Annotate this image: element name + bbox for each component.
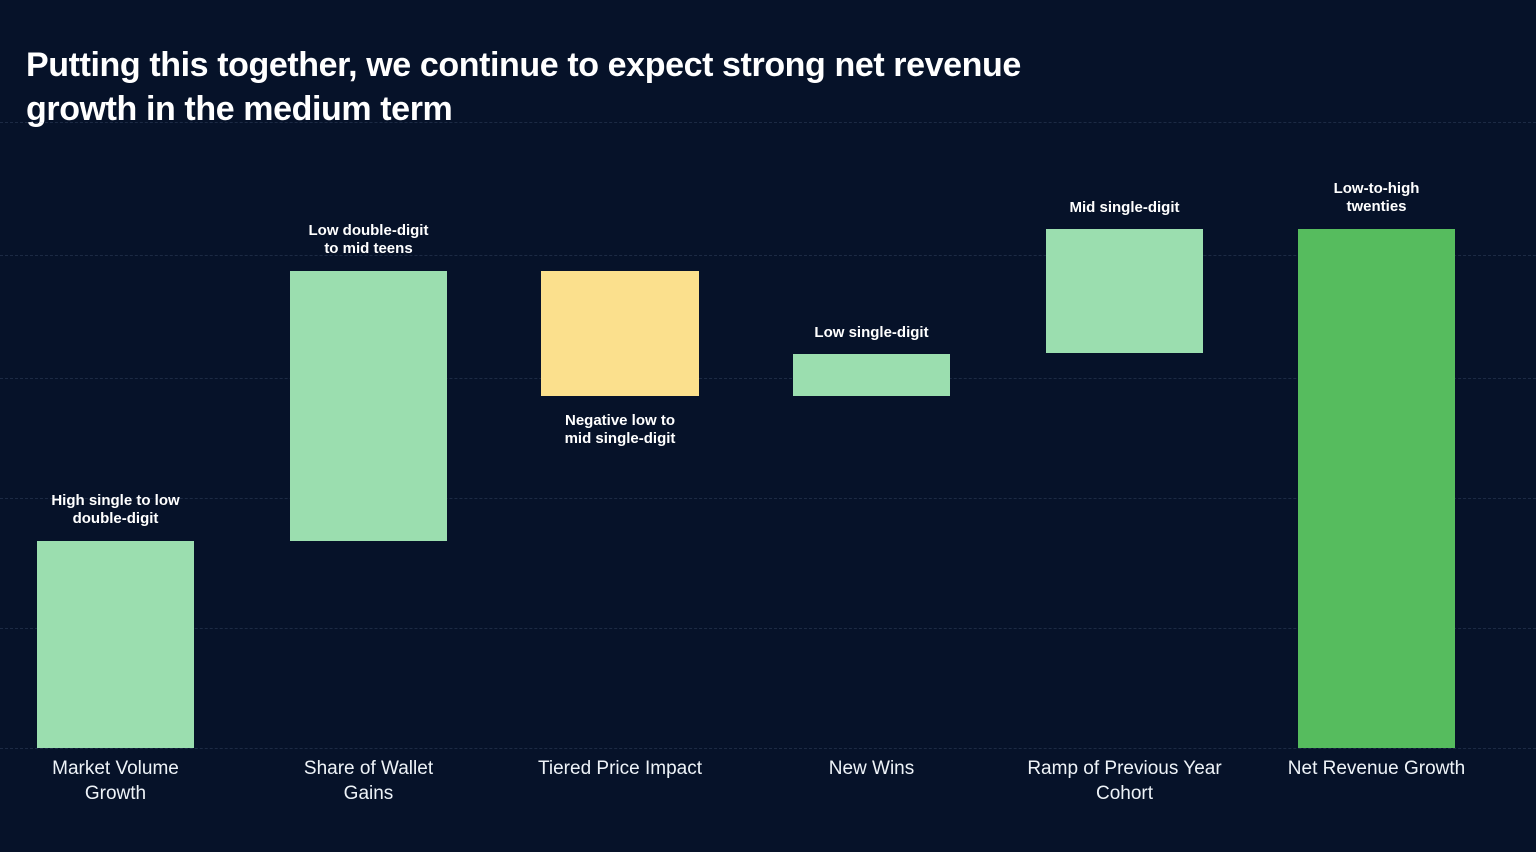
bar-total[interactable] — [1298, 229, 1455, 748]
chart-plot-area: High single to low double-digit Market Vo… — [0, 0, 1536, 852]
category-label-3: New Wins — [828, 758, 915, 779]
bar-value-label-4: Mid single-digit — [1069, 199, 1180, 216]
category-label-5: Net Revenue Growth — [1287, 758, 1466, 779]
bar-decrease[interactable] — [541, 271, 699, 396]
waterfall-chart: High single to low double-digit Market Vo… — [0, 0, 1536, 852]
bar-value-label-2: Negative low to mid single-digit — [564, 412, 676, 448]
bar-increase[interactable] — [1046, 229, 1203, 353]
bar-value-label-1: Low double-digit to mid teens — [308, 222, 429, 258]
bar-group-0[interactable]: High single to low double-digit Market Vo… — [37, 0, 194, 852]
bar-group-4[interactable]: Mid single-digit Ramp of Previous Year Co… — [1027, 0, 1221, 852]
category-label-2: Tiered Price Impact — [537, 758, 702, 779]
bar-value-label-5: Low-to-high twenties — [1333, 180, 1420, 216]
bar-increase[interactable] — [37, 541, 194, 748]
category-label-0: Market Volume Growth — [52, 758, 179, 805]
category-label-1: Share of Wallet Gains — [303, 758, 434, 805]
bar-value-label-0: High single to low double-digit — [51, 492, 180, 528]
bar-increase[interactable] — [793, 354, 950, 396]
bar-group-1[interactable]: Low double-digit to mid teens Share of Wa… — [290, 0, 447, 852]
bar-group-2[interactable]: Negative low to mid single-digit Tiered P… — [538, 0, 702, 852]
bar-group-5[interactable]: Low-to-high twenties Net Revenue Growth — [1288, 0, 1465, 852]
bar-value-label-3: Low single-digit — [814, 324, 929, 341]
bar-group-3[interactable]: Low single-digit New Wins — [793, 0, 950, 852]
bar-increase[interactable] — [290, 271, 447, 541]
category-label-4: Ramp of Previous Year Cohort — [1027, 758, 1222, 805]
